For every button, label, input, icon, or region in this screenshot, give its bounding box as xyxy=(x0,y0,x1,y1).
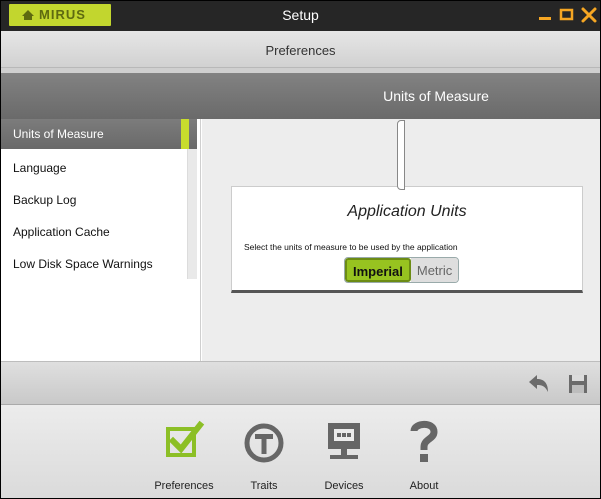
page-title: Units of Measure xyxy=(383,88,489,104)
application-units-card: Application Units Select the units of me… xyxy=(231,186,583,293)
sidebar-item-language[interactable]: Language xyxy=(1,153,197,183)
imperial-option[interactable]: Imperial xyxy=(345,258,411,282)
undo-button[interactable] xyxy=(527,373,551,395)
side-drawer-handle[interactable] xyxy=(397,120,405,190)
minimize-icon xyxy=(539,17,551,20)
sidebar-item-label: Application Cache xyxy=(13,225,110,239)
sidebar-item-units-of-measure[interactable]: Units of Measure xyxy=(1,119,197,149)
sidebar-item-label: Language xyxy=(13,161,67,175)
save-icon xyxy=(569,375,587,393)
window-title: Setup xyxy=(282,7,319,23)
preferences-header: Preferences xyxy=(1,31,600,68)
maximize-button[interactable] xyxy=(556,4,578,26)
maximize-icon xyxy=(559,8,574,21)
sidebar-item-application-cache[interactable]: Application Cache xyxy=(1,217,197,247)
minimize-button[interactable] xyxy=(534,4,556,26)
sidebar-scrollbar[interactable] xyxy=(187,149,197,279)
traits-icon xyxy=(244,423,284,463)
nav-label: Preferences xyxy=(154,480,214,492)
card-title: Application Units xyxy=(347,203,467,220)
sidebar-item-label: Units of Measure xyxy=(13,127,104,141)
nav-devices[interactable]: Devices xyxy=(304,413,384,497)
sidebar-item-label: Low Disk Space Warnings xyxy=(13,257,153,271)
nav-about[interactable]: About xyxy=(384,413,464,497)
sidebar: Units of Measure Language Backup Log App… xyxy=(1,119,201,361)
close-icon xyxy=(581,7,597,23)
nav-label: Traits xyxy=(250,480,278,492)
page-header: Units of Measure xyxy=(1,73,600,119)
app-window: MIRUS Setup Preferences Units of Measure xyxy=(0,0,601,499)
metric-option[interactable]: Metric xyxy=(410,258,459,282)
sidebar-item-low-disk-space-warnings[interactable]: Low Disk Space Warnings xyxy=(1,249,197,279)
bottom-navigation: Preferences Traits Devices About xyxy=(1,405,600,498)
nav-traits[interactable]: Traits xyxy=(224,413,304,497)
sidebar-item-label: Backup Log xyxy=(13,193,77,207)
units-toggle: Imperial Metric xyxy=(344,257,460,283)
question-icon xyxy=(410,420,438,462)
nav-preferences[interactable]: Preferences xyxy=(144,413,224,497)
active-indicator xyxy=(181,119,189,149)
sidebar-item-backup-log[interactable]: Backup Log xyxy=(1,185,197,215)
devices-icon xyxy=(328,423,360,459)
section-title: Preferences xyxy=(265,43,336,58)
card-description: Select the units of measure to be used b… xyxy=(244,242,458,252)
save-button[interactable] xyxy=(567,373,591,395)
action-bar xyxy=(1,361,600,405)
close-button[interactable] xyxy=(578,4,600,26)
nav-label: About xyxy=(409,480,439,492)
checkbox-icon xyxy=(166,420,205,457)
title-bar: MIRUS Setup xyxy=(1,1,600,31)
undo-icon xyxy=(529,375,548,392)
nav-label: Devices xyxy=(324,480,364,492)
